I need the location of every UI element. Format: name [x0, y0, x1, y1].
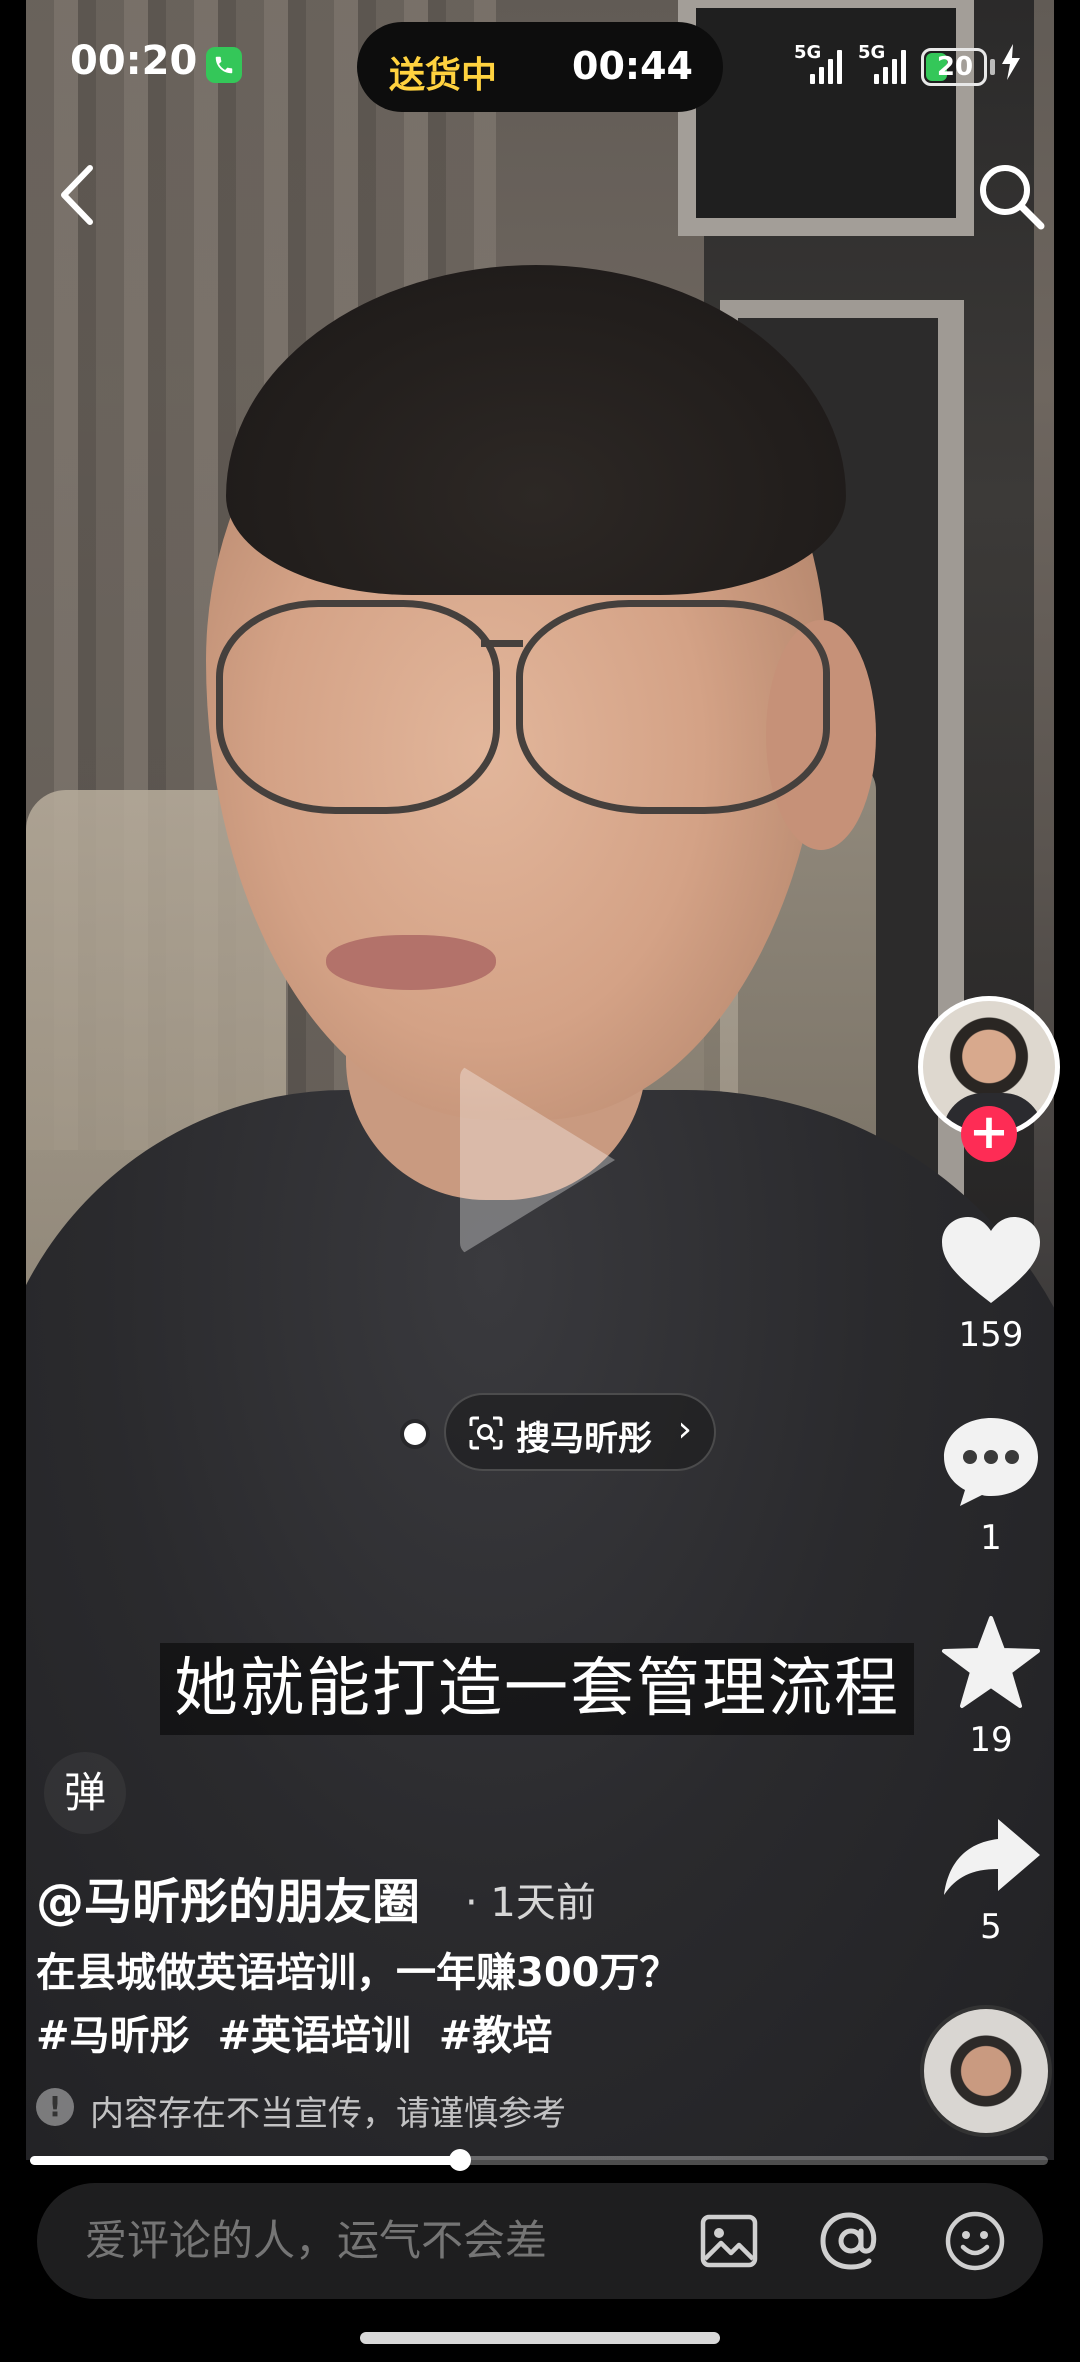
chevron-right-icon: ›	[677, 1409, 692, 1450]
star-icon	[942, 1616, 1040, 1708]
chevron-left-icon	[61, 165, 93, 225]
hashtag-row: #马昕彤 #英语培训 #教培	[36, 2003, 566, 2061]
home-indicator[interactable]	[360, 2332, 720, 2344]
signal-bars-icon	[810, 50, 846, 84]
post-time: · 1天前	[465, 1880, 596, 1926]
progress-handle[interactable]	[448, 2149, 471, 2171]
bolt-icon	[1000, 44, 1022, 89]
follow-button[interactable]: +	[961, 1106, 1017, 1162]
image-icon[interactable]	[697, 2209, 761, 2273]
exclamation-icon: !	[36, 2088, 74, 2126]
glasses	[216, 600, 500, 814]
hashtag-link[interactable]: #英语培训	[217, 2013, 411, 2059]
heart-icon	[942, 1217, 1040, 1303]
comment-bar	[37, 2183, 1043, 2299]
like-button[interactable]: 159	[940, 1215, 1042, 1355]
at-icon[interactable]	[819, 2209, 883, 2273]
favorite-count: 19	[969, 1720, 1013, 1760]
danmu-toggle[interactable]: 弹	[44, 1752, 126, 1834]
scan-search-icon	[469, 1416, 503, 1450]
comment-bubble-icon	[944, 1418, 1038, 1506]
search-button[interactable]	[975, 160, 1047, 232]
progress-fill	[30, 2156, 460, 2165]
phone-icon	[206, 47, 242, 83]
status-time: 00:20	[70, 38, 198, 84]
share-button[interactable]: 5	[940, 1815, 1042, 1947]
screen: 00:20 送货中 00:44 5G 5G 20 搜马昕彤 › 她就能打造一套管…	[0, 0, 1080, 2362]
like-count: 159	[958, 1315, 1024, 1355]
comment-input[interactable]	[85, 2183, 685, 2299]
search-chip-label: 搜马昕彤	[516, 1419, 652, 1459]
content-warning-text: 内容存在不当宣传，请谨慎参考	[90, 2094, 566, 2134]
battery-icon: 20	[921, 48, 987, 86]
search-suggestion-chip[interactable]: 搜马昕彤 ›	[444, 1393, 716, 1471]
music-disc[interactable]	[920, 2005, 1052, 2137]
delivery-timer: 00:44	[572, 44, 693, 88]
signal-bars-icon	[874, 50, 910, 84]
pause-dot	[404, 1423, 426, 1445]
status-bar: 00:20 送货中 00:44 5G 5G 20	[0, 0, 1080, 130]
author-name[interactable]: @马昕彤的朋友圈	[36, 1862, 420, 1932]
back-button[interactable]	[50, 160, 110, 230]
hashtag-link[interactable]: #教培	[439, 2013, 553, 2059]
share-arrow-icon	[944, 1819, 1040, 1895]
delivery-status: 送货中	[389, 55, 498, 96]
video-progress-bar[interactable]	[30, 2149, 1048, 2171]
dynamic-island[interactable]: 送货中 00:44	[357, 22, 723, 112]
hashtag-link[interactable]: #马昕彤	[36, 2013, 190, 2059]
comment-count: 1	[980, 1518, 1002, 1558]
share-count: 5	[980, 1907, 1002, 1947]
comment-button[interactable]: 1	[940, 1414, 1042, 1558]
favorite-button[interactable]: 19	[940, 1614, 1042, 1760]
emoji-icon[interactable]	[943, 2209, 1007, 2273]
battery-percent: 20	[936, 52, 974, 82]
search-icon	[980, 165, 1045, 230]
video-subtitle: 她就能打造一套管理流程	[160, 1643, 914, 1735]
play-icon[interactable]	[460, 1065, 615, 1255]
video-title: 在县城做英语培训，一年赚300万？	[36, 1950, 680, 1996]
